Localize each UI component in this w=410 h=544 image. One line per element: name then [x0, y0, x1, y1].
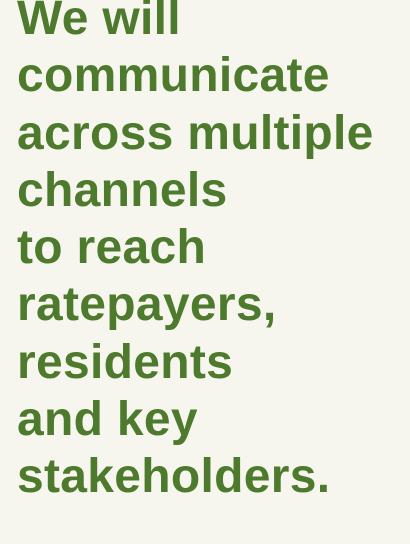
statement-line: channels	[17, 163, 228, 217]
statement-line: to reach	[17, 221, 207, 275]
statement-line: We will	[17, 0, 181, 45]
statement-line: ratepayers,	[17, 278, 277, 332]
statement-line: across multiple	[17, 106, 374, 160]
statement-line: stakeholders.	[17, 450, 331, 504]
statement-line: communicate	[17, 49, 330, 103]
statement-line: residents	[17, 335, 234, 389]
page: We will communicate across multiple chan…	[0, 0, 410, 544]
statement-heading: We will communicate across multiple chan…	[17, 0, 374, 506]
statement-line: and key	[17, 393, 198, 447]
